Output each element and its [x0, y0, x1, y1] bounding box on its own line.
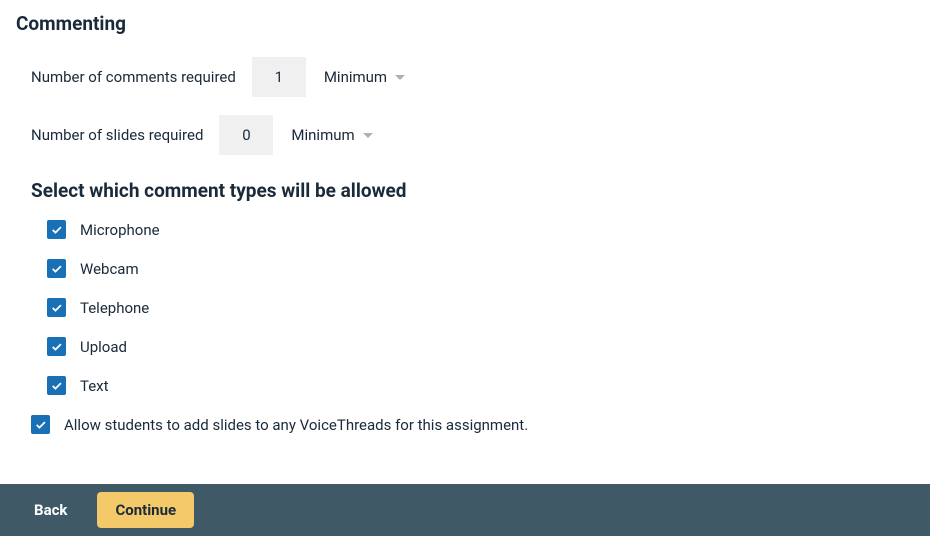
continue-button[interactable]: Continue	[97, 492, 194, 528]
num-comments-label: Number of comments required	[31, 68, 236, 86]
num-slides-row: Number of slides required Minimum	[31, 115, 914, 155]
chevron-down-icon	[363, 133, 373, 138]
num-slides-mode-dropdown[interactable]: Minimum	[289, 122, 374, 148]
back-button[interactable]: Back	[34, 501, 67, 519]
num-comments-input[interactable]	[252, 57, 306, 97]
comment-type-upload-checkbox[interactable]	[47, 337, 66, 356]
num-comments-mode-label: Minimum	[324, 68, 387, 86]
comment-type-webcam: Webcam	[47, 259, 914, 278]
commenting-heading: Commenting	[16, 12, 914, 35]
check-icon	[50, 379, 64, 393]
chevron-down-icon	[395, 75, 405, 80]
comment-type-webcam-label: Webcam	[80, 260, 139, 278]
comment-type-microphone-label: Microphone	[80, 221, 160, 239]
check-icon	[50, 262, 64, 276]
num-comments-row: Number of comments required Minimum	[31, 57, 914, 97]
footer-bar: Back Continue	[0, 484, 930, 536]
allow-add-slides-checkbox[interactable]	[31, 415, 50, 434]
comment-type-text: Text	[47, 376, 914, 395]
num-comments-mode-dropdown[interactable]: Minimum	[322, 64, 407, 90]
num-slides-input[interactable]	[219, 115, 273, 155]
num-slides-mode-label: Minimum	[291, 126, 354, 144]
comment-type-text-label: Text	[80, 377, 109, 395]
comment-type-microphone: Microphone	[47, 220, 914, 239]
comment-type-upload: Upload	[47, 337, 914, 356]
check-icon	[50, 223, 64, 237]
comment-type-webcam-checkbox[interactable]	[47, 259, 66, 278]
comment-types-list: Microphone Webcam Telephone Upload Text	[47, 220, 914, 395]
check-icon	[34, 418, 48, 432]
comment-types-heading: Select which comment types will be allow…	[31, 179, 914, 202]
comment-type-telephone-checkbox[interactable]	[47, 298, 66, 317]
allow-add-slides-label: Allow students to add slides to any Voic…	[64, 416, 528, 434]
num-slides-label: Number of slides required	[31, 126, 203, 144]
comment-type-telephone-label: Telephone	[80, 299, 149, 317]
comment-type-text-checkbox[interactable]	[47, 376, 66, 395]
comment-type-telephone: Telephone	[47, 298, 914, 317]
comment-type-microphone-checkbox[interactable]	[47, 220, 66, 239]
check-icon	[50, 340, 64, 354]
check-icon	[50, 301, 64, 315]
allow-add-slides-row: Allow students to add slides to any Voic…	[31, 415, 914, 434]
comment-type-upload-label: Upload	[80, 338, 127, 356]
